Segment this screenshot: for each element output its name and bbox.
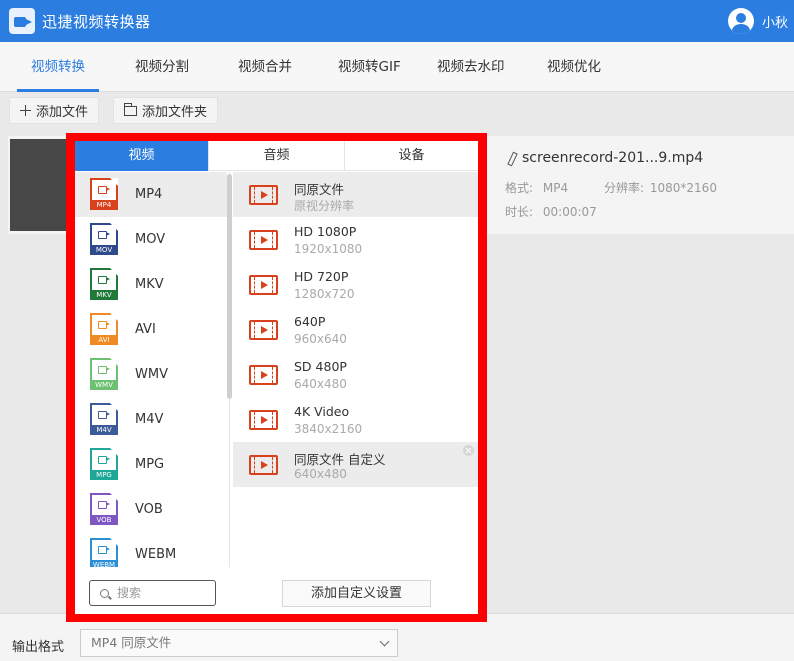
format-label: MOV: [135, 232, 166, 247]
resolution-size: 1920x1080: [294, 242, 363, 256]
format-item-mpg[interactable]: MPG MPG: [75, 442, 227, 487]
file-format: 格式: MP4: [505, 181, 569, 195]
resolution-size: 640x480: [294, 377, 347, 391]
resolution-title: 4K Video: [294, 404, 350, 419]
format-label: VOB: [135, 502, 163, 517]
resolution-list: 同原文件原视分辨率 HD 1080P 1920x1080 HD 720P 1280x72…: [233, 172, 478, 492]
format-label: M4V: [135, 412, 164, 427]
format-label: WEBM: [135, 547, 177, 562]
video-file-icon: MKV: [90, 268, 118, 300]
plus-icon: [20, 105, 31, 116]
file-name[interactable]: screenrecord-201...9.mp4: [506, 150, 703, 166]
file-resolution: 分辨率: 1080*2160: [604, 181, 717, 195]
add-folder-button[interactable]: 添加文件夹: [113, 97, 219, 124]
film-icon: [249, 230, 278, 250]
pencil-icon[interactable]: [506, 152, 516, 164]
film-icon: [249, 185, 278, 205]
add-file-label: 添加文件: [36, 105, 89, 120]
resolution-item[interactable]: 同原文件 原视分辨率: [233, 172, 478, 217]
video-thumbnail[interactable]: [10, 139, 70, 231]
file-duration: 时长: 00:00:07: [505, 205, 597, 219]
resolution-item[interactable]: HD 720P 1280x720: [233, 262, 478, 307]
resolution-size: 1280x720: [294, 287, 355, 301]
tab-video-to-gif[interactable]: 视频转GIF: [338, 42, 401, 92]
add-custom-settings-button[interactable]: 添加自定义设置: [282, 580, 431, 607]
resolution-size: 640x480: [294, 467, 347, 481]
resolution-title: HD 1080P: [294, 224, 357, 239]
tab-remove-watermark[interactable]: 视频去水印: [437, 42, 505, 92]
user-menu[interactable]: 小秋: [727, 8, 788, 34]
app-logo-icon: [9, 8, 35, 34]
format-list-scrollbar[interactable]: [227, 174, 232, 399]
format-item-webm[interactable]: WEBM WEBM: [75, 532, 227, 567]
tab-video-merge[interactable]: 视频合并: [238, 42, 292, 92]
close-icon[interactable]: [463, 445, 474, 456]
format-item-m4v[interactable]: M4V M4V: [75, 397, 227, 442]
video-file-icon: MP4: [90, 178, 118, 210]
video-file-icon: WMV: [90, 358, 118, 390]
resolution-title: SD 480P: [294, 359, 347, 374]
format-item-mp4[interactable]: MP4 MP4: [75, 172, 227, 217]
user-name[interactable]: 小秋: [762, 12, 788, 31]
resolution-item[interactable]: 同原文件 自定义 640x480: [233, 442, 478, 487]
file-name-text: screenrecord-201...9.mp4: [522, 150, 704, 166]
folder-icon: [124, 102, 137, 116]
toolbar: 添加文件 添加文件夹: [0, 93, 794, 129]
video-file-icon: AVI: [90, 313, 118, 345]
resolution-size: 960x640: [294, 332, 347, 346]
format-item-mov[interactable]: MOV MOV: [75, 217, 227, 262]
popup-tabs: 视频 音频 设备: [75, 141, 478, 171]
format-item-wmv[interactable]: WMV WMV: [75, 352, 227, 397]
search-box[interactable]: [89, 580, 216, 606]
avatar-icon[interactable]: [727, 8, 754, 34]
format-label: AVI: [135, 322, 156, 337]
format-item-avi[interactable]: AVI AVI: [75, 307, 227, 352]
video-file-icon: MOV: [90, 223, 118, 255]
format-label: WMV: [135, 367, 168, 382]
format-label: MKV: [135, 277, 164, 292]
tab-video-split[interactable]: 视频分割: [135, 42, 189, 92]
chevron-down-icon: [379, 636, 390, 647]
format-item-mkv[interactable]: MKV MKV: [75, 262, 227, 307]
film-icon: [249, 320, 278, 340]
film-icon: [249, 365, 278, 385]
format-popup: 视频 音频 设备 MP4 MP4 MOV MOV MKV MKV AVI AVI WMV WMV M…: [75, 141, 478, 614]
popup-tab-audio[interactable]: 音频: [209, 141, 345, 171]
add-folder-label: 添加文件夹: [142, 105, 208, 120]
video-file-icon: M4V: [90, 403, 118, 435]
add-file-button[interactable]: 添加文件: [9, 97, 100, 124]
output-format-value: MP4 同原文件: [91, 635, 172, 650]
app-title: 迅捷视频转换器: [42, 12, 151, 31]
output-format-select[interactable]: MP4 同原文件: [80, 629, 398, 657]
video-file-icon: WEBM: [90, 538, 118, 567]
resolution-title: HD 720P: [294, 269, 349, 284]
search-input[interactable]: [117, 586, 207, 600]
popup-tab-video[interactable]: 视频: [75, 141, 209, 171]
format-label: MPG: [135, 457, 165, 472]
resolution-title: 640P: [294, 314, 326, 329]
resolution-size: 3840x2160: [294, 422, 363, 436]
format-item-vob[interactable]: VOB VOB: [75, 487, 227, 532]
film-icon: [249, 410, 278, 430]
format-label: MP4: [135, 187, 163, 202]
tab-video-optimize[interactable]: 视频优化: [547, 42, 601, 92]
resolution-title: 同原文件 自定义: [294, 452, 386, 467]
output-format-label: 输出格式: [12, 640, 65, 655]
film-icon: [249, 455, 278, 475]
format-list: MP4 MP4 MOV MOV MKV MKV AVI AVI WMV WMV M4V M4V MPG M…: [75, 172, 230, 567]
search-icon: [100, 588, 109, 598]
resolution-item[interactable]: SD 480P 640x480: [233, 352, 478, 397]
title-bar: 迅捷视频转换器 小秋: [0, 0, 794, 42]
resolution-item[interactable]: 4K Video 3840x2160: [233, 397, 478, 442]
popup-tab-device[interactable]: 设备: [345, 141, 478, 171]
video-file-icon: VOB: [90, 493, 118, 525]
main-tabs: 视频转换 视频分割 视频合并 视频转GIF 视频去水印 视频优化: [0, 42, 794, 92]
film-icon: [249, 275, 278, 295]
resolution-size: 原视分辨率: [294, 199, 355, 213]
resolution-item[interactable]: HD 1080P 1920x1080: [233, 217, 478, 262]
tab-video-convert[interactable]: 视频转换: [17, 42, 99, 92]
resolution-title: 同原文件: [294, 182, 345, 197]
video-file-icon: MPG: [90, 448, 118, 480]
resolution-item[interactable]: 640P 960x640: [233, 307, 478, 352]
